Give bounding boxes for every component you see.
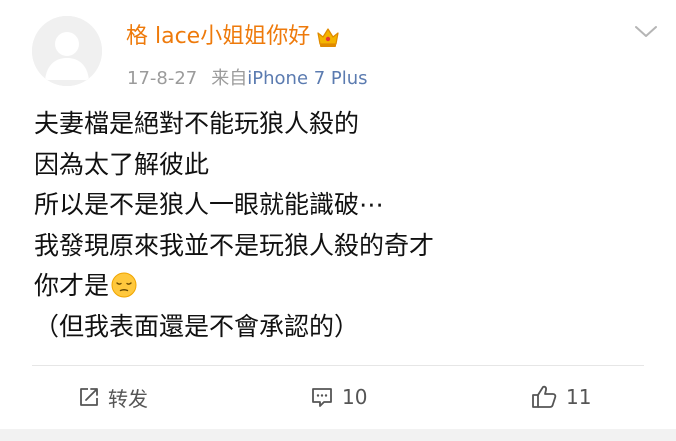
- source-prefix: 来自: [211, 68, 248, 89]
- avatar[interactable]: [32, 16, 102, 86]
- content-line: 所以是不是狼人一眼就能識破⋯: [34, 190, 385, 219]
- post-content: 夫妻檔是絕對不能玩狼人殺的 因為太了解彼此 所以是不是狼人一眼就能識破⋯ 我發現…: [34, 104, 654, 347]
- pensive-face-emoji: [111, 270, 137, 298]
- like-count: 11: [566, 385, 592, 409]
- repost-button[interactable]: 转发: [78, 380, 148, 414]
- like-button[interactable]: 11: [530, 380, 591, 414]
- divider: [32, 365, 644, 366]
- chevron-down-icon[interactable]: [632, 22, 660, 42]
- thumbs-up-icon: [532, 385, 557, 408]
- comment-count: 10: [342, 385, 368, 409]
- repost-label: 转发: [108, 386, 148, 411]
- content-line: 因為太了解彼此: [34, 149, 210, 179]
- comment-button[interactable]: 10: [310, 380, 367, 414]
- content-line: 我發現原來我並不是玩狼人殺的奇才: [34, 230, 435, 260]
- author-name[interactable]: 格 lace小姐姐你好: [126, 22, 310, 52]
- content-line-with-emoji: 你才是: [34, 266, 654, 307]
- crown-icon: [316, 26, 340, 48]
- comment-icon: [312, 388, 332, 407]
- author-name-row[interactable]: 格 lace小姐姐你好: [126, 22, 340, 52]
- source-device[interactable]: iPhone 7 Plus: [247, 68, 367, 89]
- share-icon: [80, 388, 98, 406]
- default-avatar-icon: [32, 16, 102, 86]
- bottom-separator: [0, 429, 676, 441]
- content-line: 夫妻檔是絕對不能玩狼人殺的: [34, 109, 360, 138]
- content-text: 你才是: [34, 271, 110, 300]
- post-meta: 17-8-27 来自iPhone 7 Plus: [127, 66, 368, 92]
- content-line: （但我表面還是不會承認的）: [34, 311, 360, 341]
- post-time: 17-8-27: [127, 68, 198, 89]
